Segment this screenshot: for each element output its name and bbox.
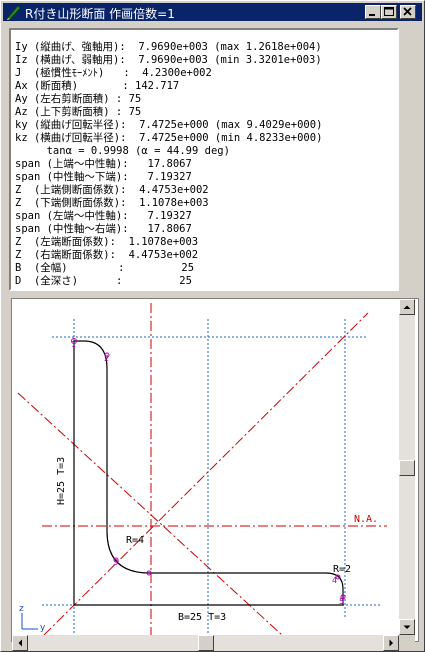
vertex-label: 1: [71, 340, 76, 349]
scrollbar-corner: [399, 635, 415, 651]
property-line: Z (上端側断面係数): 4.4753e+002: [15, 184, 209, 196]
scroll-left-button[interactable]: [12, 635, 28, 651]
app-window: R付き山形断面 作画倍数=1 Iy (縦曲げ、強軸用): 7.9690e+003…: [0, 0, 425, 652]
vertex-label: 2: [104, 354, 109, 363]
close-button[interactable]: [400, 5, 416, 19]
scroll-down-arrow-icon: [403, 625, 411, 629]
property-line: span (左端～中性軸): 7.19327: [15, 210, 192, 222]
property-line: tanα = 0.9998 (α = 44.99 deg): [15, 145, 230, 157]
property-line: Ay (左右剪断面積) : 75: [15, 93, 142, 105]
section-drawing: 1 2 3 4 5 H=25 T=3 B=25 T=3 R=4 R=2 N.A.…: [17, 303, 387, 635]
property-line: ky (縦曲げ回転半径): 7.4725e+000 (max 9.4029e+0…: [15, 119, 323, 131]
property-line: span (中性軸～右端): 17.8067: [15, 223, 192, 235]
vertex-label: 4: [332, 576, 337, 585]
scroll-right-arrow-icon: [389, 639, 393, 647]
scroll-up-arrow-icon: [403, 305, 411, 309]
property-line: J (極慣性ﾓｰﾒﾝﾄ) : 4.2300e+002: [15, 67, 212, 79]
horizontal-scrollbar[interactable]: [12, 635, 399, 651]
section-drawing-canvas[interactable]: 1 2 3 4 5 H=25 T=3 B=25 T=3 R=4 R=2 N.A.…: [11, 298, 419, 642]
property-line: kz (横曲げ回転半径): 7.4725e+000 (min 4.8233e+0…: [15, 132, 323, 144]
tip-radius-label: R=2: [333, 564, 351, 575]
width-label: B=25 T=3: [178, 612, 226, 623]
property-line: Iz (横曲げ、弱軸用): 7.9690e+003 (min 3.3201e+0…: [15, 54, 322, 66]
property-line: span (上端～中性軸): 17.8067: [15, 158, 192, 170]
scroll-up-button[interactable]: [399, 299, 415, 315]
scroll-left-arrow-icon: [18, 639, 22, 647]
property-line: span (中性軸～下端): 7.19327: [15, 171, 192, 183]
property-line: Az (上下剪断面積) : 75: [15, 106, 142, 118]
section-properties-panel: Iy (縦曲げ、強軸用): 7.9690e+003 (max 1.2618e+0…: [9, 28, 399, 291]
axis-indicator-icon: z y: [19, 604, 46, 633]
minimize-button[interactable]: [365, 5, 381, 19]
neutral-axis-label: N.A.: [354, 514, 378, 525]
property-line: Z (右端断面係数): 4.4753e+002: [15, 249, 199, 261]
vertical-scroll-thumb[interactable]: [399, 460, 415, 476]
property-line: Ax (断面積) : 142.717: [15, 80, 180, 92]
horizontal-scroll-thumb[interactable]: [198, 635, 214, 651]
window-title: R付き山形断面 作画倍数=1: [25, 7, 175, 21]
property-line: Z (左端断面係数): 1.1078e+003: [15, 236, 199, 248]
scroll-down-button[interactable]: [399, 619, 415, 635]
principal-axis-strong: [43, 312, 369, 635]
axis-y-label: y: [40, 623, 46, 633]
axis-z-label: z: [19, 604, 24, 614]
height-label: H=25 T=3: [56, 457, 67, 505]
property-line: B (全幅) : 25: [15, 262, 195, 274]
property-line: Z (下端側断面係数): 1.1078e+003: [15, 197, 209, 209]
close-icon: [403, 7, 412, 16]
property-line: Iy (縦曲げ、強軸用): 7.9690e+003 (max 1.2618e+0…: [15, 41, 322, 53]
vertical-scrollbar[interactable]: [399, 299, 415, 635]
maximize-icon: [384, 7, 394, 16]
fillet-radius-label: R=4: [126, 535, 144, 546]
scroll-right-button[interactable]: [383, 635, 399, 651]
property-line: D (全深さ) : 25: [15, 275, 192, 287]
principal-axis-weak: [17, 392, 283, 635]
title-bar[interactable]: R付き山形断面 作画倍数=1: [3, 3, 422, 21]
vertex-label: 3: [113, 558, 118, 567]
pen-icon: [7, 5, 21, 20]
minimize-icon: [369, 14, 375, 16]
maximize-button[interactable]: [381, 5, 397, 19]
vertex-label: 5: [339, 597, 344, 606]
